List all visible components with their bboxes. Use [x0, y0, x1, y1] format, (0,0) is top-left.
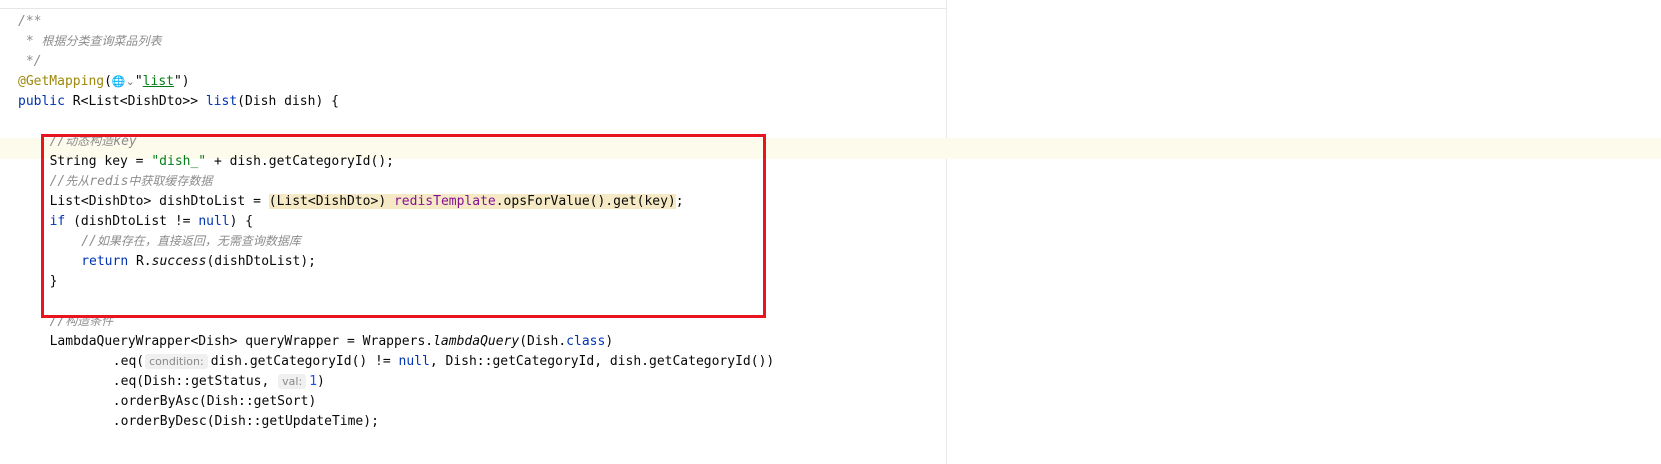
- parameter-hint: condition:: [145, 354, 208, 369]
- code-token: list: [205, 94, 238, 109]
- code-token: null: [398, 354, 430, 369]
- code-line[interactable]: .eq(Dish::getStatus, val: 1): [113, 371, 325, 392]
- code-token: .orderByAsc(Dish::getSort): [112, 394, 317, 409]
- code-token: R<List<DishDto>>: [72, 94, 206, 109]
- parameter-hint: val:: [278, 374, 307, 389]
- code-token: 根据分类查询菜品列表: [41, 34, 162, 48]
- code-line[interactable]: public R<List<DishDto>> list(Dish dish) …: [18, 91, 339, 112]
- code-token: ": [134, 74, 143, 89]
- editor-top-border: [0, 8, 946, 9]
- code-token: .orderByDesc(Dish::getUpdateTime);: [112, 414, 379, 429]
- editor-right-margin-line: [946, 0, 947, 464]
- code-token: list: [142, 74, 174, 89]
- code-token: *: [18, 34, 42, 49]
- code-token: */: [18, 54, 42, 69]
- code-line[interactable]: .orderByAsc(Dish::getSort): [113, 391, 317, 412]
- code-token: dish.getCategoryId() !=: [210, 354, 399, 369]
- code-line[interactable]: /**: [18, 11, 41, 32]
- code-token: .eq(: [112, 354, 145, 369]
- globe-icon: 🌐⌄: [111, 75, 135, 88]
- code-token: @GetMapping: [18, 74, 105, 89]
- code-token: (Dish.: [519, 334, 567, 349]
- code-token: (Dish dish) {: [237, 94, 339, 109]
- code-token: LambdaQueryWrapper<Dish> queryWrapper = …: [49, 334, 434, 349]
- code-token: "): [173, 74, 190, 89]
- code-token: public: [18, 94, 73, 109]
- code-line[interactable]: LambdaQueryWrapper<Dish> queryWrapper = …: [50, 331, 614, 352]
- code-line[interactable]: * 根据分类查询菜品列表: [18, 31, 162, 52]
- code-line[interactable]: */: [18, 51, 42, 72]
- code-token: , Dish::getCategoryId, dish.getCategoryI…: [429, 354, 775, 369]
- code-token: ): [317, 374, 325, 389]
- code-line[interactable]: @GetMapping(🌐⌄"list"): [18, 71, 190, 92]
- code-token: .eq(Dish::getStatus,: [112, 374, 278, 389]
- code-line[interactable]: .eq(condition: dish.getCategoryId() != nu…: [113, 351, 774, 372]
- code-line[interactable]: .orderByDesc(Dish::getUpdateTime);: [113, 411, 379, 432]
- code-token: class: [566, 334, 606, 349]
- highlight-box: [41, 134, 766, 318]
- code-token: ): [605, 334, 614, 349]
- code-token: (: [104, 74, 112, 89]
- code-token: 1: [309, 374, 318, 389]
- code-token: lambdaQuery: [433, 334, 520, 349]
- code-token: /**: [18, 14, 42, 29]
